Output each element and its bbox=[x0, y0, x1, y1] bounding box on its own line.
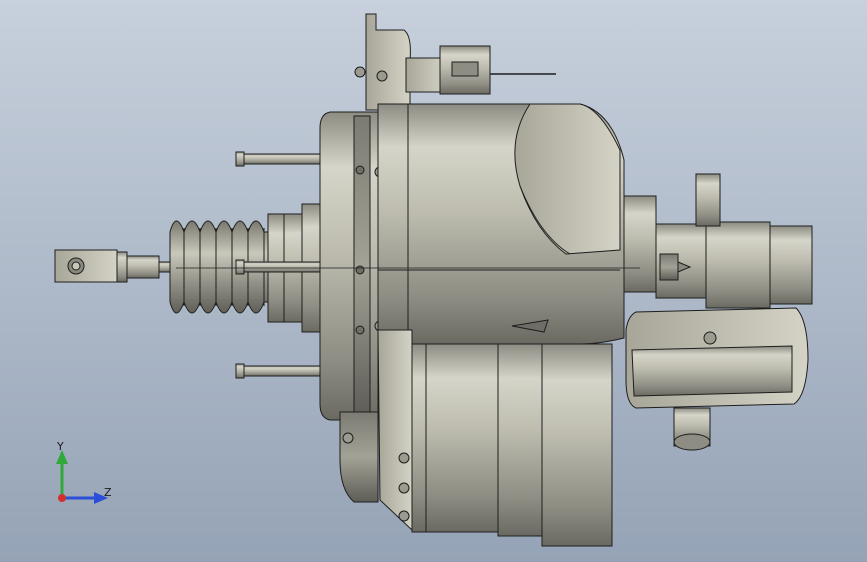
axis-triad: Y Z bbox=[56, 440, 112, 504]
electrical-connector[interactable] bbox=[405, 45, 556, 95]
graphics-viewport[interactable]: Y Z bbox=[0, 0, 867, 562]
y-axis-label: Y bbox=[56, 440, 64, 453]
clevis[interactable] bbox=[54, 249, 180, 283]
reservoir-block[interactable] bbox=[625, 307, 809, 451]
z-axis-label: Z bbox=[104, 486, 112, 499]
master-cylinder[interactable] bbox=[623, 173, 813, 309]
x-axis-dot bbox=[58, 494, 66, 502]
main-housing[interactable] bbox=[377, 103, 625, 345]
mounting-studs[interactable] bbox=[235, 151, 323, 379]
cad-model[interactable] bbox=[0, 0, 867, 562]
flange-plate[interactable] bbox=[354, 13, 411, 111]
booster-shell[interactable] bbox=[319, 111, 386, 421]
motor-cylinder[interactable] bbox=[339, 329, 613, 547]
